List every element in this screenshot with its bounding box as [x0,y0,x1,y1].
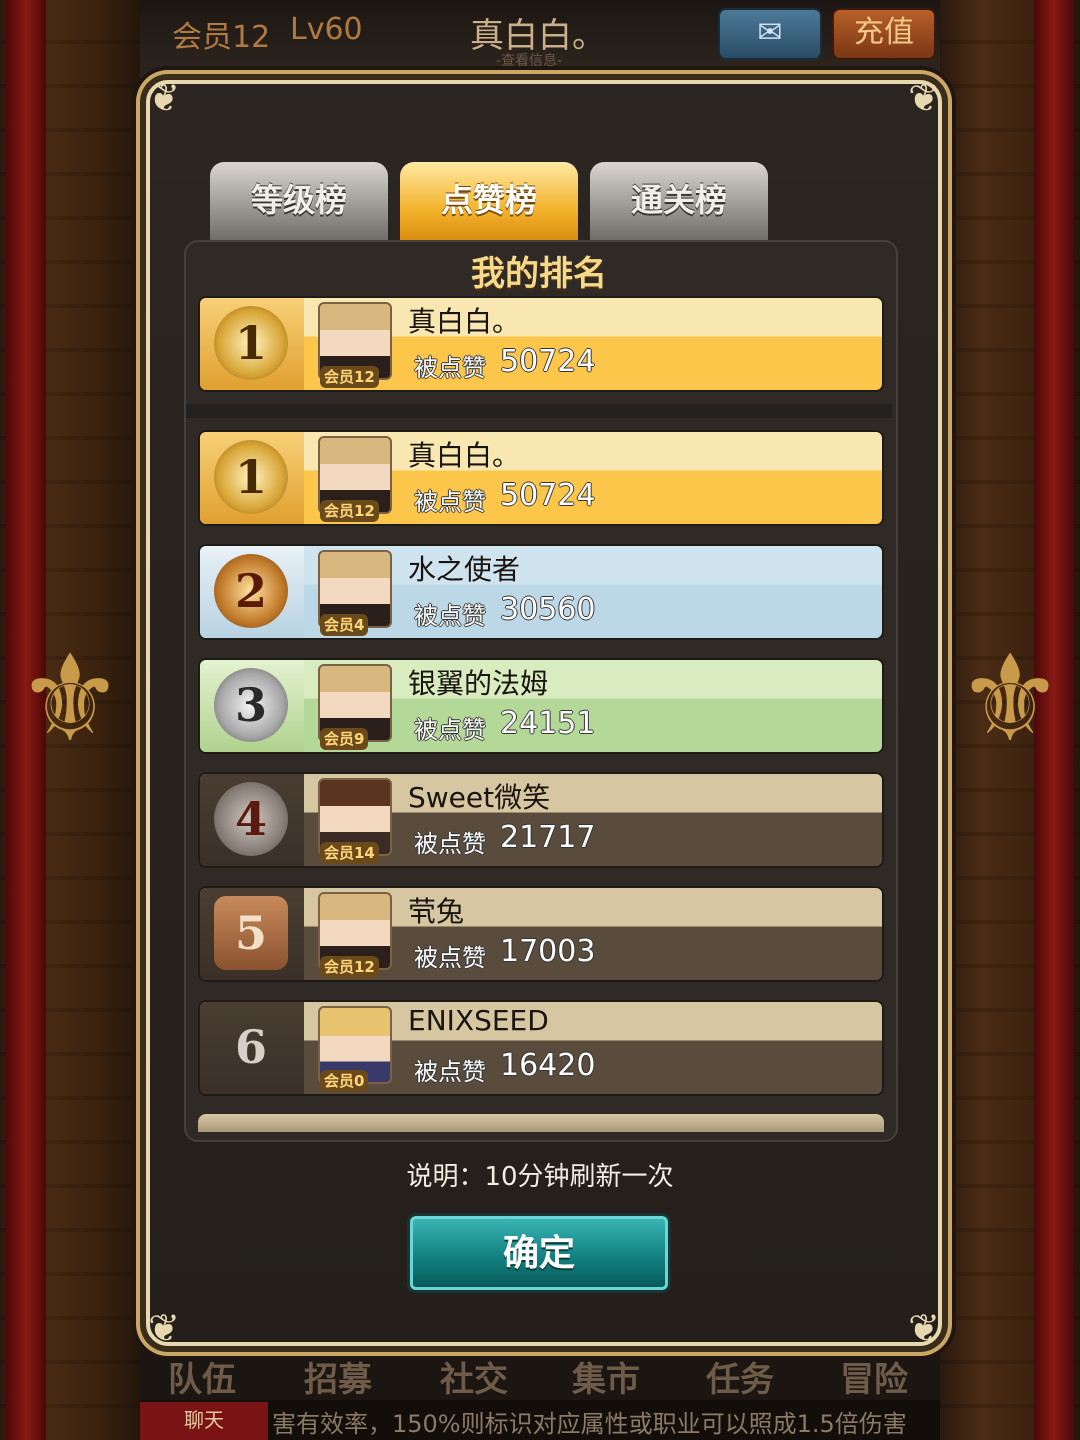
corner-ornament-icon: ❦ [148,76,180,120]
chat-button[interactable]: 聊天 [140,1402,268,1440]
rank-shield-icon: 4 [214,782,288,856]
likes-count: 21717 [500,820,596,855]
vip-badge: 会员9 [320,728,369,750]
avatar: 会员9 [306,660,400,752]
envelope-icon: ✉ [757,15,783,50]
list-item[interactable]: 6 会员0 ENIXSEED 被点赞 16420 [198,1000,884,1096]
likes-count: 50724 [500,344,596,379]
rank-medal-icon: 2 [214,554,288,628]
likes-count: 17003 [500,934,596,969]
bottom-nav [140,1340,940,1400]
vip-badge: 会员12 [320,500,379,522]
nav-social[interactable]: 社交 [440,1352,508,1401]
nav-team[interactable]: 队伍 [168,1352,236,1401]
likes-label: 被点赞 [414,354,486,382]
rank-medal-icon: 1 [214,306,288,380]
likes-label: 被点赞 [414,830,486,858]
player-name: 真白白。 [408,439,521,472]
corner-ornament-icon: ❦ [908,76,940,120]
rank-number: 6 [234,1020,267,1074]
ticker-text: 害有效率，150%则标识对应属性或职业可以照成1.5倍伤害 [272,1410,907,1438]
player-name: 茕兔 [408,895,465,928]
avatar: 会员4 [306,546,400,638]
tab-clear-ranking[interactable]: 通关榜 [590,162,768,242]
player-name: 真白白。 [408,305,521,338]
vip-badge: 会员12 [320,956,379,978]
player-name: ENIXSEED [408,1004,549,1037]
my-rank-title: 我的排名 [471,254,607,294]
avatar: 会员12 [306,888,400,980]
likes-label: 被点赞 [414,944,486,972]
player-name: 银翼的法姆 [408,667,549,700]
list-item[interactable]: 1 会员12 真白白。 被点赞 50724 [198,430,884,526]
tab-level-ranking[interactable]: 等级榜 [210,162,388,242]
right-frame: ⚜ [940,0,1080,1440]
likes-label: 被点赞 [414,716,486,744]
list-item-partial[interactable] [198,1114,884,1132]
avatar: 会员12 [306,432,400,524]
mail-button[interactable]: ✉ [718,8,822,60]
rank-medal-icon: 3 [214,668,288,742]
likes-count: 24151 [500,706,596,741]
nav-tasks[interactable]: 任务 [706,1352,774,1401]
nav-market[interactable]: 集市 [572,1352,640,1401]
divider [186,404,892,418]
likes-label: 被点赞 [414,1058,486,1086]
list-item[interactable]: 5 会员12 茕兔 被点赞 17003 [198,886,884,982]
rank-wood-shield-icon: 5 [214,896,288,970]
likes-count: 30560 [500,592,596,627]
avatar: 会员14 [306,774,400,866]
view-info-link[interactable]: -查看信息- [496,50,562,70]
left-frame: ⚜ [0,0,140,1440]
likes-count: 16420 [500,1048,596,1083]
player-name: Sweet微笑 [408,781,551,814]
recharge-button[interactable]: 充值 [832,8,936,60]
player-name: 水之使者 [408,553,521,586]
avatar: 会员12 [306,298,400,390]
corner-ornament-icon: ❦ [148,1306,180,1350]
vip-badge: 会员4 [320,614,369,636]
likes-label: 被点赞 [414,488,486,516]
vip-badge: 会员12 [320,366,379,388]
nav-recruit[interactable]: 招募 [304,1352,372,1401]
refresh-note: 说明：10分钟刷新一次 [406,1162,674,1192]
likes-count: 50724 [500,478,596,513]
vip-level: 会员12 [172,20,271,55]
corner-ornament-icon: ❦ [908,1306,940,1350]
list-item[interactable]: 3 会员9 银翼的法姆 被点赞 24151 [198,658,884,754]
fleur-ornament-icon: ⚜ [16,630,124,769]
list-item[interactable]: 4 会员14 Sweet微笑 被点赞 21717 [198,772,884,868]
likes-label: 被点赞 [414,602,486,630]
my-rank-row[interactable]: 1 会员12 真白白。 被点赞 50724 [198,296,884,392]
tab-likes-ranking[interactable]: 点赞榜 [400,162,578,242]
player-level: Lv60 [290,12,363,47]
list-item[interactable]: 2 会员4 水之使者 被点赞 30560 [198,544,884,640]
vip-badge: 会员14 [320,842,379,864]
rank-medal-icon: 1 [214,440,288,514]
confirm-button[interactable]: 确定 [410,1216,668,1290]
avatar: 会员0 [306,1002,400,1094]
nav-adventure[interactable]: 冒险 [840,1352,908,1401]
vip-badge: 会员0 [320,1070,369,1092]
fleur-ornament-icon: ⚜ [956,630,1064,769]
